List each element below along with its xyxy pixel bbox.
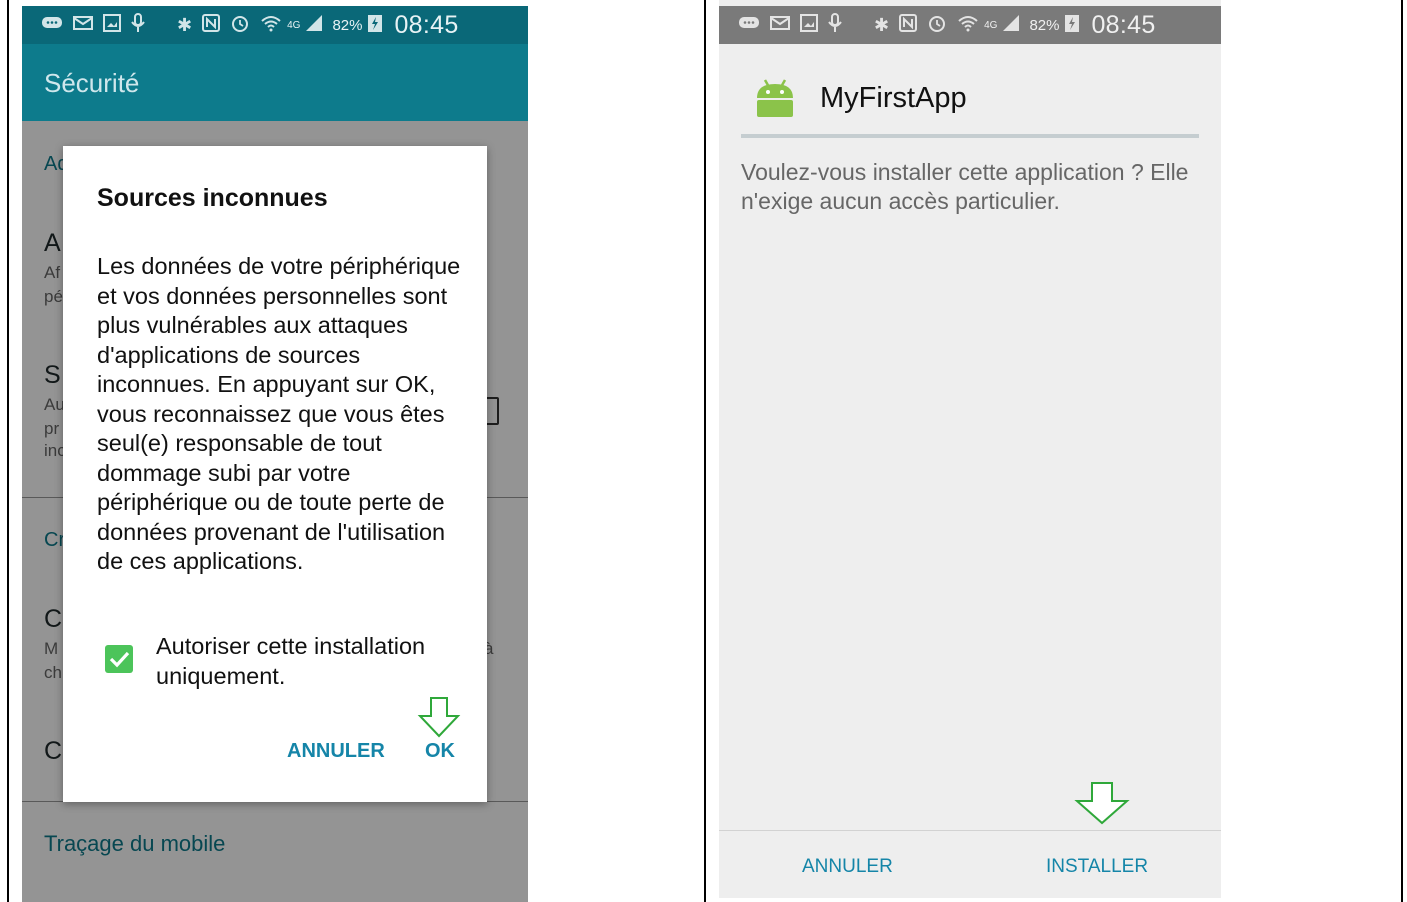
android-app-icon [755, 76, 795, 123]
install-once-checkbox[interactable] [105, 645, 133, 673]
left-phone-screen: ✱ 4G 82% 08:45 Sécurité Ad A Af pé S Au … [22, 0, 528, 902]
wifi-icon [260, 13, 282, 37]
mail-icon [73, 15, 93, 35]
cancel-button[interactable]: ANNULER [802, 856, 893, 878]
nfc-icon [899, 14, 918, 36]
chat-icon [41, 15, 63, 35]
install-message: Voulez-vous installer cette application … [741, 159, 1189, 214]
alarm-icon [927, 13, 947, 37]
nfc-icon [202, 14, 221, 36]
battery-charging-icon [1064, 13, 1080, 37]
dialog-title: Sources inconnues [97, 184, 328, 212]
header-divider [741, 134, 1199, 138]
gallery-icon [800, 14, 818, 36]
cancel-button[interactable]: ANNULER [287, 740, 385, 763]
battery-percent: 82% [332, 16, 363, 34]
app-name: MyFirstApp [820, 82, 967, 114]
microphone-icon [828, 13, 842, 37]
status-bar: ✱ 4G 82% 08:45 [22, 6, 528, 44]
network-type-label: 4G [287, 19, 301, 31]
status-time: 08:45 [394, 10, 459, 39]
network-type-label: 4G [984, 19, 998, 31]
app-bar: Sécurité [22, 44, 528, 121]
bluetooth-icon: ✱ [177, 14, 193, 35]
checkmark-icon [109, 651, 130, 668]
chat-icon [738, 15, 760, 35]
bottom-bar-divider [719, 830, 1221, 831]
install-arrow-icon [1074, 780, 1130, 831]
center-divider [704, 0, 706, 902]
ok-button[interactable]: OK [425, 740, 455, 763]
bluetooth-icon: ✱ [874, 14, 890, 35]
signal-icon [1002, 14, 1020, 36]
battery-charging-icon [367, 13, 383, 37]
microphone-icon [131, 13, 145, 37]
checkbox-label[interactable]: Autoriser cette installation uniquement. [156, 631, 466, 691]
right-cell-border [1401, 0, 1403, 902]
install-button[interactable]: INSTALLER [1046, 856, 1148, 878]
mail-icon [770, 15, 790, 35]
right-phone-screen: ✱ 4G 82% 08:45 MyFirstApp Voulez-vous in… [719, 0, 1221, 898]
signal-icon [305, 14, 323, 36]
status-bar: ✱ 4G 82% 08:45 [719, 6, 1221, 44]
battery-percent: 82% [1029, 16, 1060, 34]
gallery-icon [103, 14, 121, 36]
unknown-sources-dialog: Sources inconnues Les données de votre p… [63, 146, 487, 802]
ok-arrow-icon [417, 695, 461, 744]
status-time: 08:45 [1091, 10, 1156, 39]
dialog-message: Les données de votre périphérique et vos… [97, 253, 461, 574]
wifi-icon [957, 13, 979, 37]
page-title: Sécurité [44, 68, 140, 98]
alarm-icon [230, 13, 250, 37]
